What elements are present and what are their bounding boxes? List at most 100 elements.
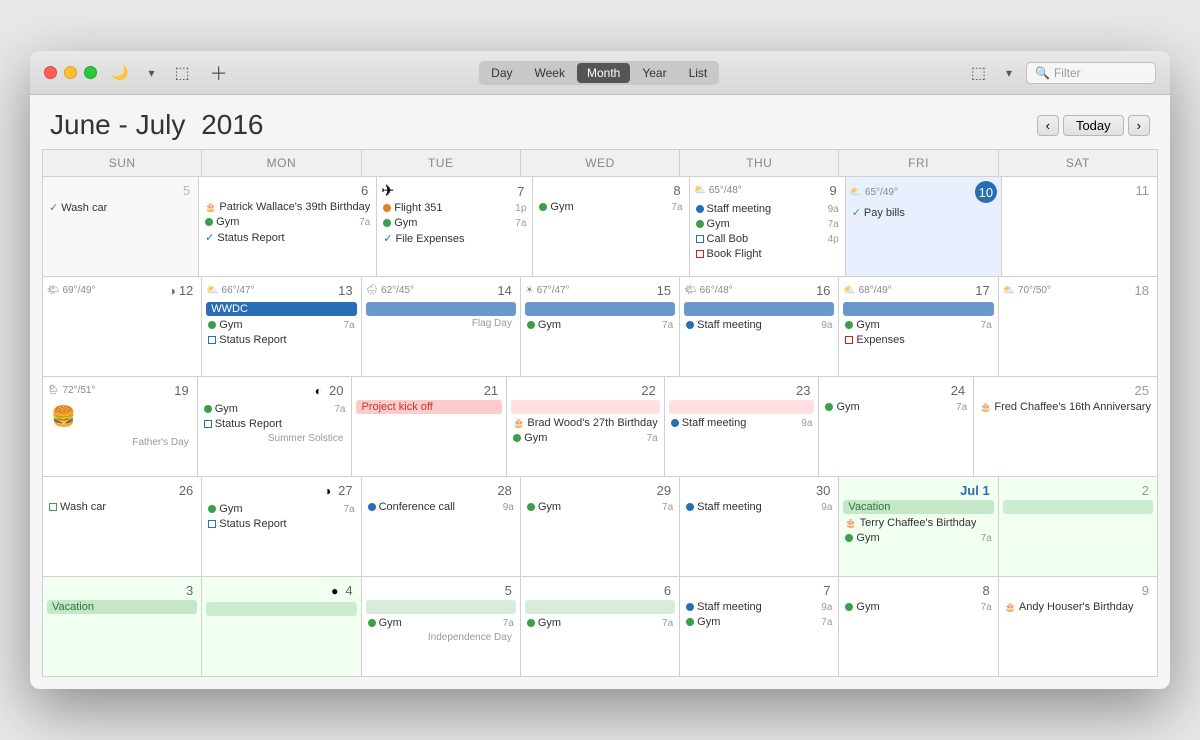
close-button[interactable] [44,66,57,79]
event-washcar-26[interactable]: Wash car [47,500,197,514]
event-gym-9[interactable]: Gym 7a [694,217,841,231]
day-cell-jun27[interactable]: ◑ 27 Gym 7a Status Report [202,477,361,577]
event-gym-jul1[interactable]: Gym 7a [843,531,993,545]
layout-icon[interactable]: ⬚ [965,61,992,85]
search-box[interactable]: 🔍 Filter [1026,62,1156,84]
event-gym-13[interactable]: Gym 7a [206,318,356,332]
event-status-27[interactable]: Status Report [206,517,356,531]
day-cell-jul1[interactable]: Jul 1 Vacation 🎂 Terry Chaffee's Birthda… [839,477,998,577]
event-status-6[interactable]: ✓ Status Report [203,230,372,245]
day-cell-jul6[interactable]: 6 Gym 7a [521,577,680,677]
day-cell-jun24[interactable]: 24 Gym 7a [819,377,974,477]
event-vacation-cont-5[interactable] [366,600,516,614]
event-gym-8[interactable]: Gym 7a [537,200,684,214]
view-year-button[interactable]: Year [632,63,676,83]
event-confcall[interactable]: Conference call 9a [366,500,516,514]
event-vacation-cont-4[interactable] [206,602,356,616]
day-cell-jun29[interactable]: 29 Gym 7a [521,477,680,577]
event-paybills[interactable]: ✓ Pay bills [850,205,997,220]
next-button[interactable]: › [1128,115,1150,136]
event-gym-6[interactable]: Gym 7a [203,215,372,229]
event-expenses-17[interactable]: Expenses [843,333,993,347]
day-cell-jun30[interactable]: 30 Staff meeting 9a [680,477,839,577]
event-staff-7[interactable]: Staff meeting 9a [684,600,834,614]
layout-chevron-icon[interactable]: ▾ [1000,64,1018,82]
day-cell-jun9[interactable]: ⛅ 65°/48° 9 Staff meeting 9a Gym 7a Call… [690,177,846,277]
view-month-button[interactable]: Month [577,63,630,83]
event-gym-22[interactable]: Gym 7a [511,431,660,445]
event-gym-7b[interactable]: Gym 7a [684,615,834,629]
view-week-button[interactable]: Week [525,63,575,83]
event-staff-16[interactable]: Staff meeting 9a [684,318,834,332]
event-bookflight[interactable]: Book Flight [694,247,841,261]
day-cell-jun15[interactable]: ☀ 67°/47° 15 Gym 7a [521,277,680,377]
day-cell-jun26[interactable]: 26 Wash car [43,477,202,577]
event-gym-20[interactable]: Gym 7a [202,402,348,416]
day-cell-jul9[interactable]: 9 🎂 Andy Houser's Birthday [999,577,1158,677]
today-button[interactable]: Today [1063,115,1124,136]
add-event-button[interactable]: ＋ [204,58,234,88]
event-flight[interactable]: Flight 351 1p [381,201,528,215]
event-gym-27[interactable]: Gym 7a [206,502,356,516]
day-cell-jul7[interactable]: 7 Staff meeting 9a Gym 7a [680,577,839,677]
event-status-13[interactable]: Status Report [206,333,356,347]
event-gym-5[interactable]: Gym 7a [366,616,516,630]
day-cell-jun11[interactable]: 11 [1002,177,1158,277]
day-cell-jul5[interactable]: 5 Gym 7a Independence Day [362,577,521,677]
day-cell-jun13[interactable]: ⛅ 66°/47° 13 WWDC Gym 7a Status Report [202,277,361,377]
day-cell-jul3[interactable]: 3 Vacation [43,577,202,677]
day-cell-jun12[interactable]: 🌤 69°/49° ◑ 12 [43,277,202,377]
day-cell-jun23[interactable]: 23 Staff meeting 9a [665,377,820,477]
event-gym-15[interactable]: Gym 7a [525,318,675,332]
event-project-cont[interactable] [511,400,660,414]
day-cell-jun6[interactable]: 6 🎂 Patrick Wallace's 39th Birthday Gym … [199,177,377,277]
minimize-button[interactable] [64,66,77,79]
event-staff-23[interactable]: Staff meeting 9a [669,416,815,430]
event-vacation[interactable]: Vacation [843,500,993,514]
event-gym-29[interactable]: Gym 7a [525,500,675,514]
prev-button[interactable]: ‹ [1037,115,1059,136]
event-terry-bday[interactable]: 🎂 Terry Chaffee's Birthday [843,516,993,530]
day-cell-jul8[interactable]: 8 Gym 7a [839,577,998,677]
event-gym-17[interactable]: Gym 7a [843,318,993,332]
event-callbob[interactable]: Call Bob 4p [694,232,841,246]
day-cell-jun16[interactable]: 🌤 66°/48° 16 Staff meeting 9a [680,277,839,377]
event-staff-9[interactable]: Staff meeting 9a [694,202,841,216]
event-fred-anniv[interactable]: 🎂 Fred Chaffee's 16th Anniversary [978,400,1153,414]
day-cell-jun8[interactable]: 8 Gym 7a [533,177,689,277]
chevron-down-icon[interactable]: ▾ [142,64,160,82]
day-cell-jun28[interactable]: 28 Conference call 9a [362,477,521,577]
day-cell-jun22[interactable]: 22 🎂 Brad Wood's 27th Birthday Gym 7a [507,377,665,477]
event-staff-30[interactable]: Staff meeting 9a [684,500,834,514]
day-cell-jul2[interactable]: 2 [999,477,1158,577]
day-cell-jun17[interactable]: ⛅ 68°/49° 17 Gym 7a Expenses [839,277,998,377]
maximize-button[interactable] [84,66,97,79]
day-cell-jun5[interactable]: 5 ✓ Wash car [43,177,199,277]
day-cell-jun14[interactable]: 🌧 62°/45° 14 Flag Day [362,277,521,377]
day-cell-jun21[interactable]: 21 Project kick off [352,377,507,477]
event-status-20[interactable]: Status Report [202,417,348,431]
event-brad-bday[interactable]: 🎂 Brad Wood's 27th Birthday [511,416,660,430]
event-wwdc-cont[interactable] [843,302,993,316]
day-cell-jun10[interactable]: ⛅ 65°/49° 10 ✓ Pay bills [846,177,1002,277]
event-washcar[interactable]: ✓ Wash car [47,200,194,215]
moon-icon[interactable]: 🌙 [105,62,134,83]
event-project-kickoff[interactable]: Project kick off [356,400,502,414]
event-wwdc-cont[interactable] [366,302,516,316]
event-project-end[interactable] [669,400,815,414]
view-day-button[interactable]: Day [481,63,522,83]
event-patrick[interactable]: 🎂 Patrick Wallace's 39th Birthday [203,200,372,214]
day-cell-jun18[interactable]: ⛅ 70°/50° 18 [999,277,1158,377]
event-vacation-cont-6[interactable] [525,600,675,614]
day-cell-jul4[interactable]: ● 4 [202,577,361,677]
day-cell-jun20[interactable]: ◐ 20 Gym 7a Status Report Summer Solstic… [198,377,353,477]
day-cell-jun7[interactable]: ✈ 7 Flight 351 1p Gym 7a ✓ File Expenses [377,177,533,277]
event-gym-24[interactable]: Gym 7a [823,400,969,414]
event-gym-6b[interactable]: Gym 7a [525,616,675,630]
view-list-button[interactable]: List [679,63,718,83]
event-expenses[interactable]: ✓ File Expenses [381,231,528,246]
sidebar-toggle-icon[interactable]: ⬚ [168,61,195,85]
event-vacation-cont[interactable] [1003,500,1153,514]
event-wwdc-cont[interactable] [525,302,675,316]
event-gym-7[interactable]: Gym 7a [381,216,528,230]
